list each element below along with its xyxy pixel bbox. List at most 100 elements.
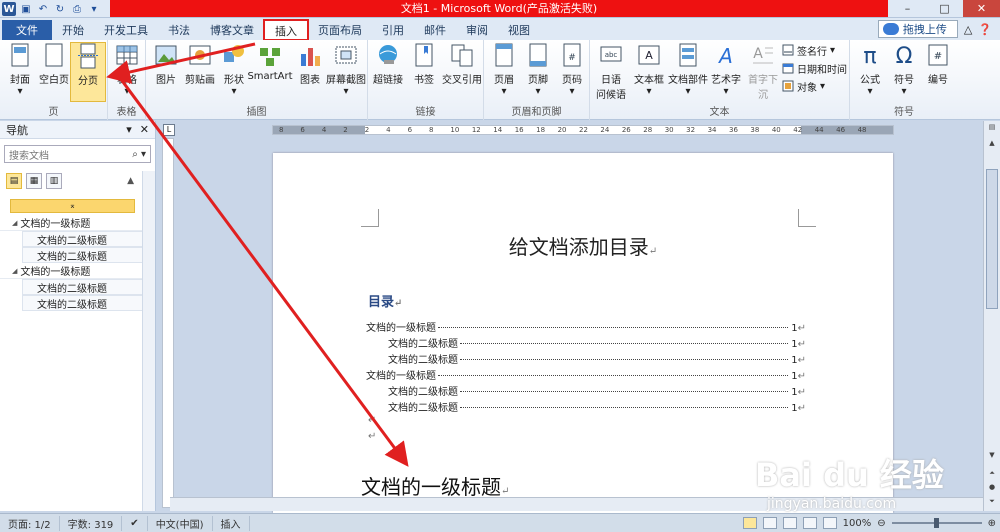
save-icon[interactable]: ▣ <box>19 2 33 16</box>
hyperlink-button[interactable]: 超链接 <box>370 42 406 102</box>
next-page-icon[interactable]: ⏷ <box>986 497 998 509</box>
tab-page-layout[interactable]: 页面布局 <box>308 20 372 40</box>
smartart-button[interactable]: SmartArt <box>247 42 293 102</box>
close-pane-icon[interactable]: ✕ <box>140 123 149 136</box>
customize-qat-icon[interactable]: ▾ <box>87 2 101 16</box>
pages-view-icon[interactable]: ▦ <box>26 173 42 189</box>
nav-heading-item[interactable]: 文档的一级标题 <box>0 215 145 231</box>
close-icon[interactable]: ✕ <box>963 0 1000 17</box>
signature-line-button[interactable]: 签名行 ▾ <box>782 42 835 58</box>
bookmark-button[interactable]: 书签 <box>406 42 442 102</box>
page-break-button[interactable]: 分页 <box>70 42 106 102</box>
previous-heading-icon[interactable]: ▲ <box>127 176 134 186</box>
nav-heading-item[interactable]: 文档的一级标题 <box>0 263 145 279</box>
navigation-scrollbar[interactable] <box>142 171 155 511</box>
tab-mailings[interactable]: 邮件 <box>414 20 456 40</box>
tab-blog-post[interactable]: 博客文章 <box>200 20 264 40</box>
document-title[interactable]: 给文档添加目录↵ <box>273 231 893 260</box>
nav-heading-item[interactable]: 文档的二级标题 <box>22 247 145 263</box>
symbol-button[interactable]: Ω 符号 ▾ <box>886 42 922 102</box>
drop-cap-button[interactable]: A 首字下沉 <box>744 42 782 102</box>
blank-page-button[interactable]: 空白页 <box>36 42 72 102</box>
vertical-scrollbar[interactable]: ▤ ▲ ▼ ⏶ ● ⏷ <box>983 121 1000 511</box>
minimize-ribbon-icon[interactable]: △ <box>964 23 972 36</box>
scroll-down-icon[interactable]: ▼ <box>986 451 998 463</box>
search-icon[interactable]: ⌕ ▾ <box>132 149 146 160</box>
ruler-toggle-icon[interactable]: ▤ <box>986 123 998 135</box>
date-time-button[interactable]: 日期和时间 <box>782 60 847 76</box>
cross-reference-button[interactable]: 交叉引用 <box>442 42 482 102</box>
zoom-level[interactable]: 100% <box>843 518 872 529</box>
full-screen-reading-icon[interactable] <box>762 517 777 529</box>
picture-button[interactable]: 图片 <box>148 42 184 102</box>
web-layout-icon[interactable] <box>782 517 797 529</box>
footer-button[interactable]: 页脚 ▾ <box>520 42 556 102</box>
word-logo-icon[interactable]: W <box>2 2 16 16</box>
toc-entry[interactable]: 文档的二级标题 1 ↵ <box>366 399 806 415</box>
table-button[interactable]: 表格 ▾ <box>109 42 145 102</box>
zoom-slider-knob[interactable] <box>933 518 939 528</box>
page-number-button[interactable]: # 页码 ▾ <box>554 42 590 102</box>
toc-entry[interactable]: 文档的二级标题 1 ↵ <box>366 351 806 367</box>
header-button[interactable]: 页眉 ▾ <box>486 42 522 102</box>
results-view-icon[interactable]: ▥ <box>46 173 62 189</box>
outline-view-icon[interactable] <box>802 517 817 529</box>
headings-view-icon[interactable]: ▤ <box>6 173 22 189</box>
draft-view-icon[interactable] <box>822 517 837 529</box>
proofing-icon[interactable]: ✔ <box>122 515 148 531</box>
clip-art-button[interactable]: 剪贴画 <box>182 42 218 102</box>
browse-object-icon[interactable]: ● <box>986 483 998 495</box>
toc-heading[interactable]: 目录↵ <box>368 291 402 310</box>
horizontal-ruler[interactable]: 8 6 4 2 2 4 6 8 10 12 14 16 18 20 22 24 26 28 30 32 34 36 38 40… <box>272 125 894 135</box>
tab-home[interactable]: 开始 <box>52 20 94 40</box>
scroll-thumb[interactable] <box>986 169 998 309</box>
upload-button[interactable]: 拖拽上传 <box>877 20 958 38</box>
undo-icon[interactable]: ↶ <box>36 2 50 16</box>
screenshot-button[interactable]: 屏幕截图 ▾ <box>326 42 366 102</box>
previous-page-icon[interactable]: ⏶ <box>986 469 998 481</box>
table-of-contents[interactable]: 文档的一级标题 1 ↵ 文档的二级标题 1 ↵ 文档的二级标题 1 ↵ 文档的一级标题 1 ↵ … <box>366 319 806 447</box>
tab-selector-button[interactable]: L <box>163 124 175 136</box>
tab-calligraphy[interactable]: 书法 <box>158 20 200 40</box>
empty-paragraph[interactable]: ↵ <box>366 415 806 431</box>
zoom-in-icon[interactable]: ⊕ <box>988 518 996 529</box>
heading-one[interactable]: 文档的一级标题↵ <box>361 471 509 500</box>
date-greeting-button[interactable]: abc 日语 问候语 <box>592 42 630 102</box>
zoom-out-icon[interactable]: ⊖ <box>877 518 885 529</box>
object-button[interactable]: 对象 ▾ <box>782 78 825 94</box>
maximize-icon[interactable]: □ <box>926 0 963 17</box>
toc-entry[interactable]: 文档的一级标题 1 ↵ <box>366 319 806 335</box>
minimize-icon[interactable]: – <box>889 0 926 17</box>
text-cursor-paragraph[interactable]: ↵ <box>366 431 806 447</box>
numbering-button[interactable]: # 编号 <box>920 42 956 102</box>
quick-parts-button[interactable]: 文档部件 ▾ <box>668 42 708 102</box>
word-count[interactable]: 字数: 319 <box>60 515 123 531</box>
print-layout-view-icon[interactable] <box>742 517 757 529</box>
redo-icon[interactable]: ↻ <box>53 2 67 16</box>
scroll-up-icon[interactable]: ▲ <box>986 139 998 151</box>
insert-mode[interactable]: 插入 <box>213 515 250 531</box>
tab-view[interactable]: 视图 <box>498 20 540 40</box>
cover-page-button[interactable]: 封面 ▾ <box>2 42 38 102</box>
page-count[interactable]: 页面: 1/2 <box>0 515 60 531</box>
chart-button[interactable]: 图表 <box>292 42 328 102</box>
text-box-button[interactable]: A 文本框 ▾ <box>630 42 668 102</box>
tab-developer[interactable]: 开发工具 <box>94 20 158 40</box>
tab-review[interactable]: 审阅 <box>456 20 498 40</box>
print-preview-icon[interactable]: ⎙ <box>70 2 84 16</box>
toc-entry[interactable]: 文档的二级标题 1 ↵ <box>366 335 806 351</box>
zoom-slider[interactable] <box>891 518 982 528</box>
language-indicator[interactable]: 中文(中国) <box>148 515 213 531</box>
vertical-ruler[interactable] <box>162 138 174 508</box>
nav-heading-item[interactable]: 文档的二级标题 <box>22 295 145 311</box>
nav-heading-item[interactable]: 文档的二级标题 <box>22 279 145 295</box>
tab-insert[interactable]: 插入 <box>263 19 309 41</box>
tab-references[interactable]: 引用 <box>372 20 414 40</box>
toc-entry[interactable]: 文档的二级标题 1 ↵ <box>366 383 806 399</box>
pane-menu-icon[interactable]: ▾ <box>126 123 132 136</box>
wordart-button[interactable]: A 艺术字 ▾ <box>708 42 744 102</box>
nav-heading-item[interactable]: 文档的二级标题 <box>22 231 145 247</box>
toc-entry[interactable]: 文档的一级标题 1 ↵ <box>366 367 806 383</box>
help-icon[interactable]: ❓ <box>978 23 992 36</box>
equation-button[interactable]: π 公式 ▾ <box>852 42 888 102</box>
